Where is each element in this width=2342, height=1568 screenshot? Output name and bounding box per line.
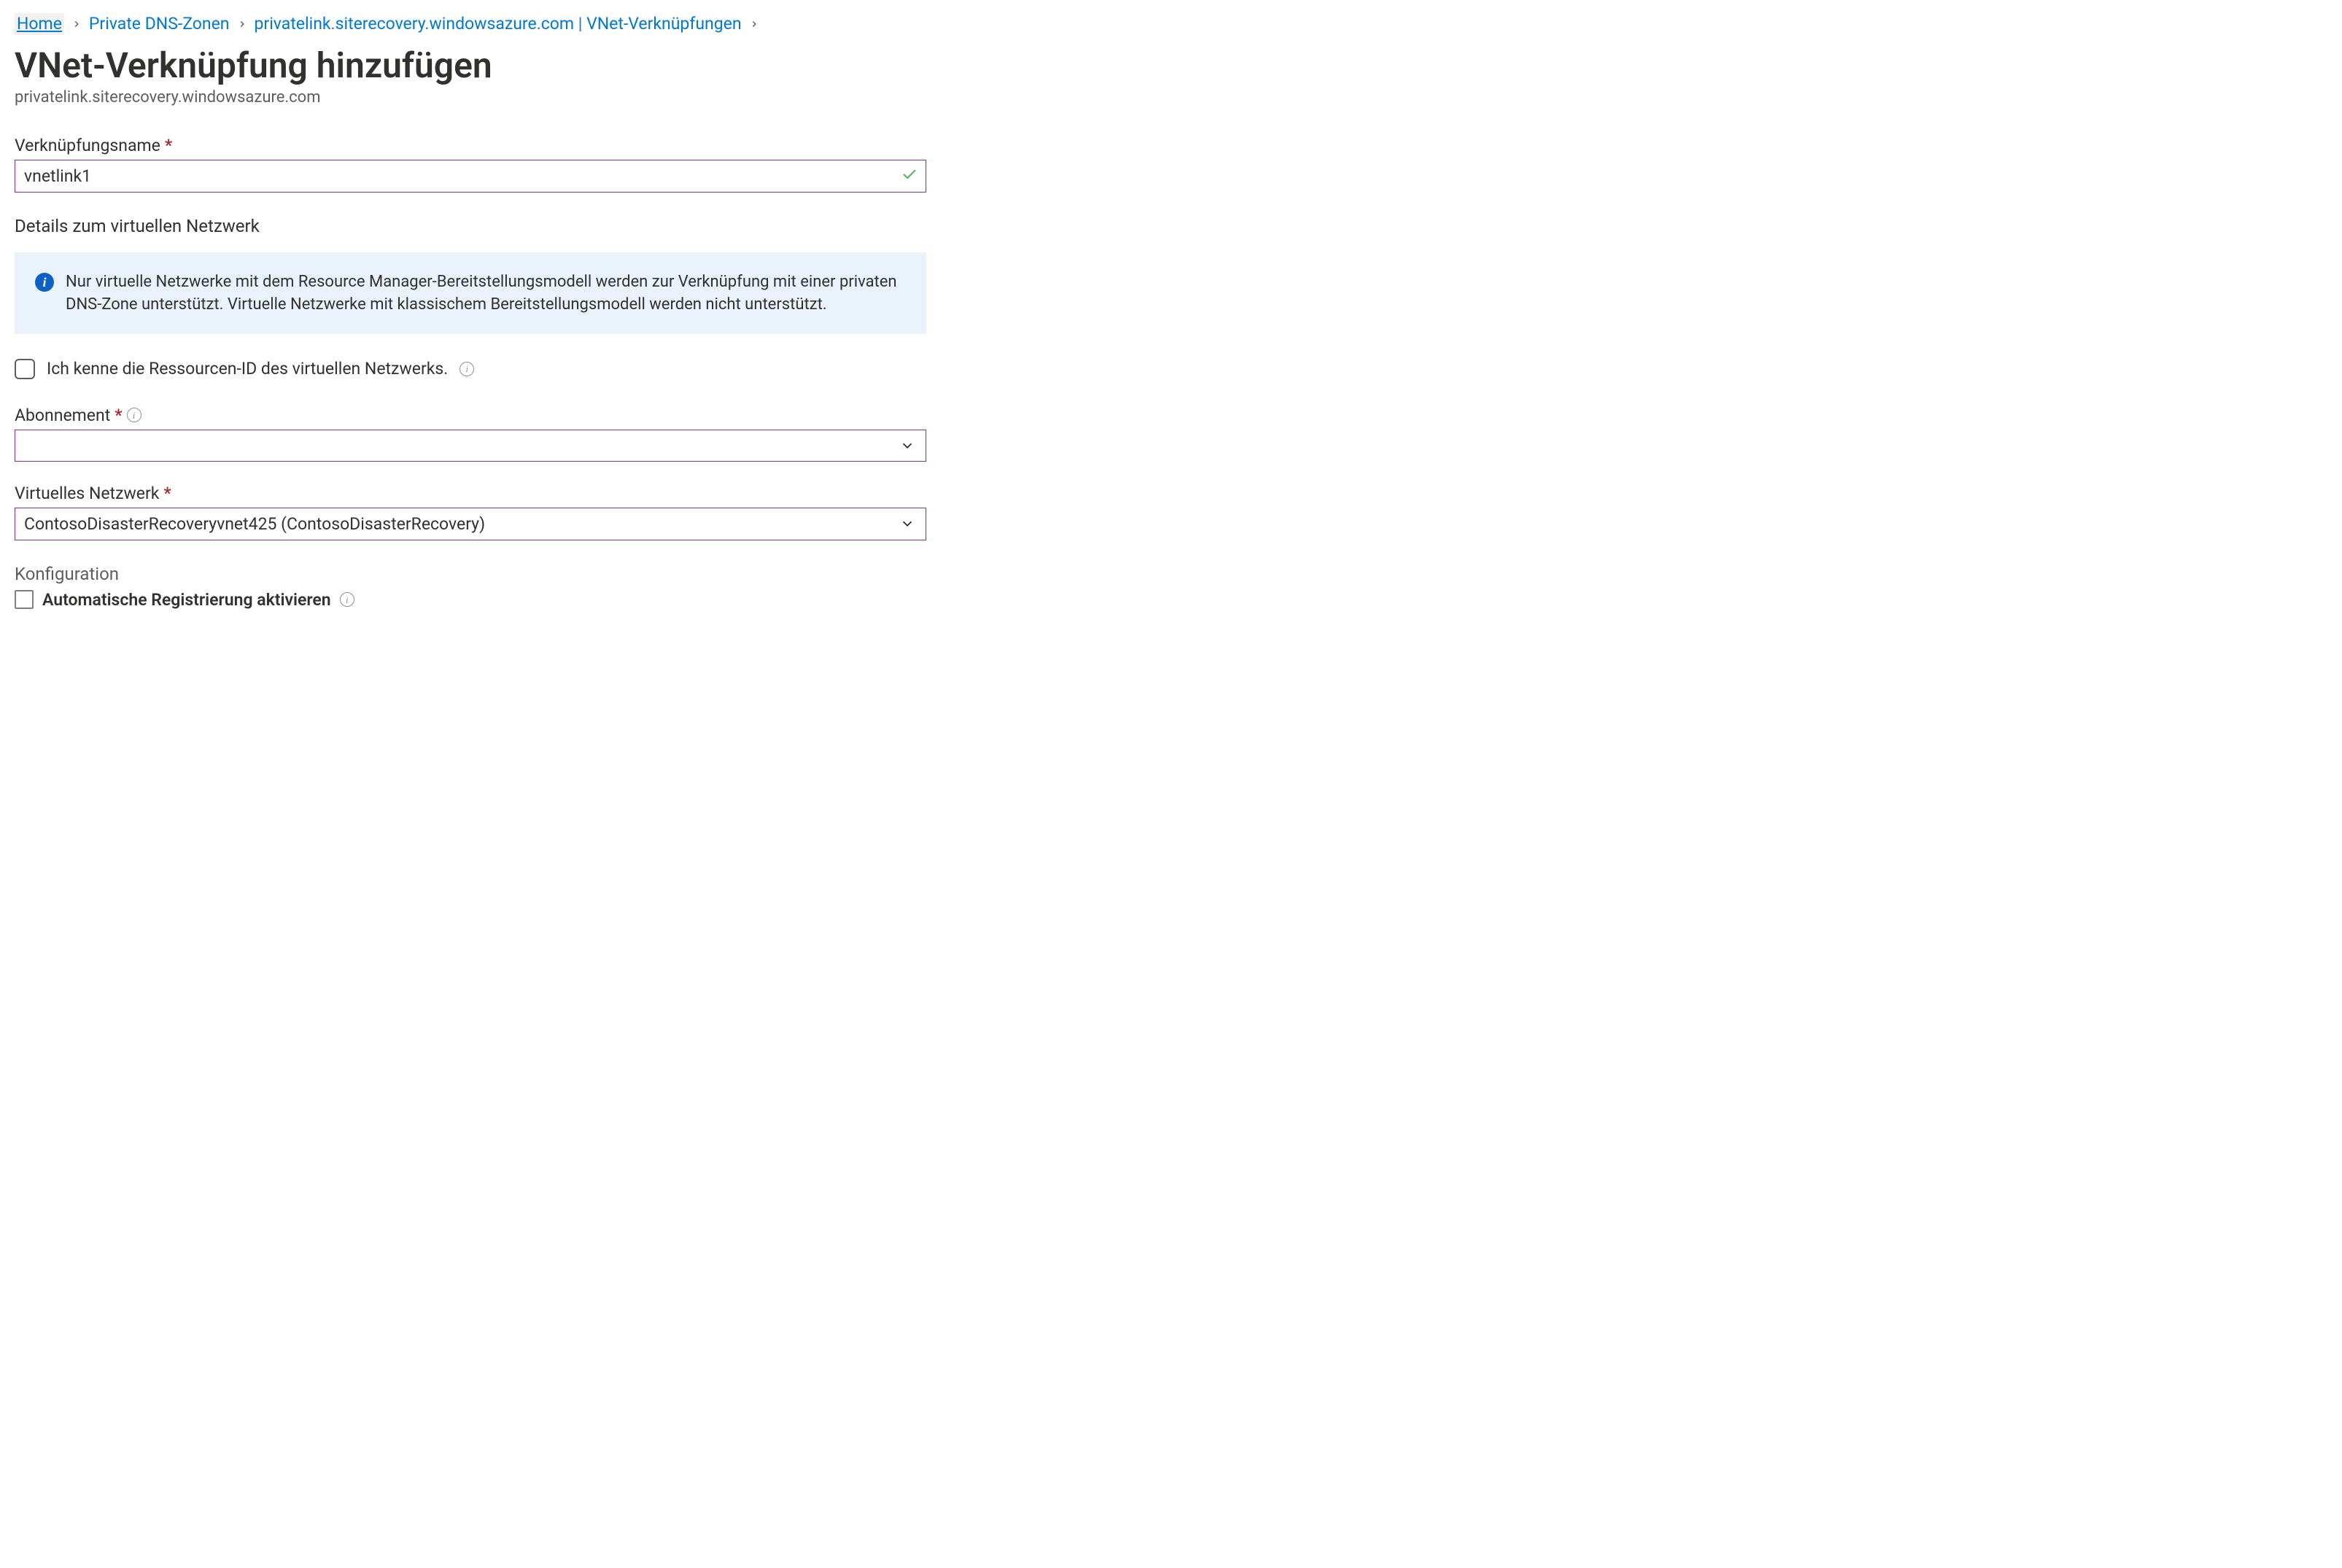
info-icon: i: [35, 273, 54, 292]
breadcrumb-home[interactable]: Home: [15, 13, 64, 35]
required-indicator: *: [165, 136, 172, 155]
link-name-input[interactable]: [15, 160, 926, 193]
vnet-value: ContosoDisasterRecoveryvnet425 (ContosoD…: [24, 514, 485, 534]
chevron-right-icon: [749, 15, 759, 34]
help-icon[interactable]: i: [460, 362, 474, 376]
subscription-select[interactable]: [15, 430, 926, 462]
link-name-label-text: Verknüpfungsname: [15, 136, 160, 155]
help-icon[interactable]: i: [127, 408, 141, 422]
know-resource-id-checkbox[interactable]: [15, 359, 35, 379]
auto-registration-row: Automatische Registrierung aktivieren i: [15, 590, 926, 610]
vnet-select[interactable]: ContosoDisasterRecoveryvnet425 (ContosoD…: [15, 508, 926, 540]
chevron-right-icon: [71, 15, 82, 34]
page-title: VNet-Verknüpfung hinzufügen: [15, 45, 2327, 85]
config-heading: Konfiguration: [15, 564, 926, 584]
subscription-label-text: Abonnement: [15, 405, 110, 425]
chevron-down-icon: [899, 516, 915, 532]
help-icon[interactable]: i: [340, 592, 354, 607]
chevron-right-icon: [237, 15, 247, 34]
know-resource-id-row: Ich kenne die Ressourcen-ID des virtuell…: [15, 359, 926, 379]
vnet-details-heading: Details zum virtuellen Netzwerk: [15, 216, 926, 236]
auto-registration-checkbox[interactable]: [15, 590, 34, 609]
page-subtitle: privatelink.siterecovery.windowsazure.co…: [15, 88, 2327, 106]
vnet-label: Virtuelles Netzwerk *: [15, 484, 926, 503]
link-name-label: Verknüpfungsname *: [15, 136, 926, 155]
form: Verknüpfungsname * Details zum virtuelle…: [15, 136, 926, 610]
breadcrumb: Home Private DNS-Zonen privatelink.siter…: [15, 13, 2327, 35]
chevron-down-icon: [899, 438, 915, 454]
required-indicator: *: [115, 405, 122, 425]
breadcrumb-private-dns-zones[interactable]: Private DNS-Zonen: [89, 13, 230, 35]
info-box: i Nur virtuelle Netzwerke mit dem Resour…: [15, 252, 926, 334]
valid-check-icon: [901, 166, 918, 186]
vnet-label-text: Virtuelles Netzwerk: [15, 484, 159, 503]
know-resource-id-label: Ich kenne die Ressourcen-ID des virtuell…: [47, 359, 448, 379]
subscription-label: Abonnement * i: [15, 405, 926, 425]
info-message: Nur virtuelle Netzwerke mit dem Resource…: [66, 271, 906, 317]
required-indicator: *: [163, 484, 171, 503]
breadcrumb-zone-vnet-links[interactable]: privatelink.siterecovery.windowsazure.co…: [255, 13, 742, 35]
auto-registration-label: Automatische Registrierung aktivieren: [42, 590, 331, 610]
